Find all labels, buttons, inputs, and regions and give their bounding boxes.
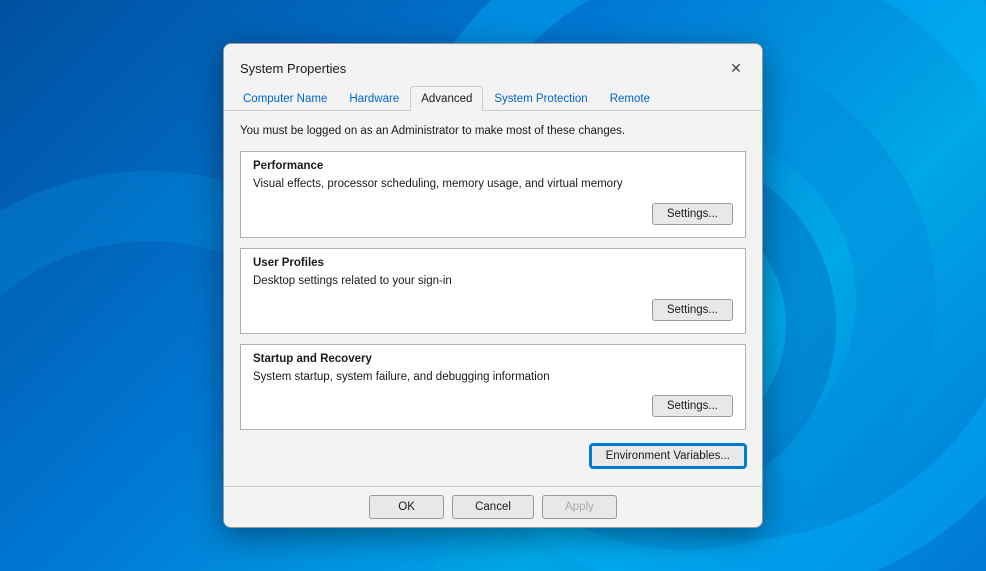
startup-recovery-settings-button[interactable]: Settings...	[652, 395, 733, 417]
tab-system-protection[interactable]: System Protection	[483, 86, 598, 111]
apply-button[interactable]: Apply	[542, 495, 617, 519]
title-bar: System Properties ✕	[224, 44, 762, 82]
dialog-footer: OK Cancel Apply	[224, 486, 762, 527]
startup-recovery-desc: System startup, system failure, and debu…	[253, 369, 733, 385]
dialog-title: System Properties	[240, 61, 346, 76]
user-profiles-title: User Profiles	[253, 257, 733, 269]
cancel-button[interactable]: Cancel	[452, 495, 534, 519]
performance-section: Performance Visual effects, processor sc…	[240, 151, 746, 237]
ok-button[interactable]: OK	[369, 495, 444, 519]
tab-advanced[interactable]: Advanced	[410, 86, 483, 111]
environment-variables-button[interactable]: Environment Variables...	[590, 444, 746, 468]
tab-remote[interactable]: Remote	[599, 86, 661, 111]
performance-desc: Visual effects, processor scheduling, me…	[253, 176, 733, 192]
user-profiles-section: User Profiles Desktop settings related t…	[240, 248, 746, 334]
tab-computer-name[interactable]: Computer Name	[232, 86, 338, 111]
env-vars-row: Environment Variables...	[240, 440, 746, 476]
performance-title: Performance	[253, 160, 733, 172]
tab-bar: Computer Name Hardware Advanced System P…	[224, 86, 762, 111]
startup-recovery-section: Startup and Recovery System startup, sys…	[240, 344, 746, 430]
user-profiles-settings-button[interactable]: Settings...	[652, 299, 733, 321]
info-message: You must be logged on as an Administrato…	[240, 123, 746, 139]
system-properties-dialog: System Properties ✕ Computer Name Hardwa…	[223, 43, 763, 527]
tab-hardware[interactable]: Hardware	[338, 86, 410, 111]
startup-recovery-title: Startup and Recovery	[253, 353, 733, 365]
close-button[interactable]: ✕	[722, 54, 750, 82]
user-profiles-desc: Desktop settings related to your sign-in	[253, 273, 733, 289]
tab-content: You must be logged on as an Administrato…	[224, 111, 762, 485]
performance-settings-button[interactable]: Settings...	[652, 203, 733, 225]
dialog-overlay: System Properties ✕ Computer Name Hardwa…	[0, 0, 986, 571]
